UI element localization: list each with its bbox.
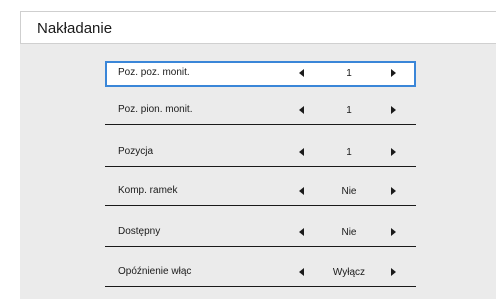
- row-divider: [105, 205, 416, 206]
- setting-value: Wyłącz: [332, 267, 366, 278]
- setting-row-position[interactable]: Pozycja 1: [105, 140, 416, 166]
- setting-value: 1: [346, 105, 352, 116]
- triangle-left-icon[interactable]: [299, 187, 304, 195]
- row-divider: [105, 124, 416, 125]
- setting-label: Poz. poz. monit.: [118, 67, 190, 78]
- triangle-left-icon[interactable]: [299, 69, 304, 77]
- setting-row-enable[interactable]: Dostępny Nie: [105, 220, 416, 246]
- setting-row-switch-on-delay[interactable]: Opóźnienie włąc Wyłącz: [105, 260, 416, 286]
- triangle-right-icon[interactable]: [391, 187, 396, 195]
- osd-menu-panel: Nakładanie Poz. poz. monit. 1 Poz. pion.…: [20, 11, 496, 299]
- triangle-right-icon[interactable]: [391, 106, 396, 114]
- setting-label: Dostępny: [118, 226, 161, 237]
- setting-label: Poz. pion. monit.: [118, 104, 193, 115]
- setting-value: Nie: [341, 186, 357, 197]
- triangle-left-icon[interactable]: [299, 148, 304, 156]
- setting-value: 1: [346, 68, 352, 79]
- triangle-left-icon[interactable]: [299, 228, 304, 236]
- menu-title: Nakładanie: [37, 20, 113, 37]
- setting-row-h-position[interactable]: Poz. poz. monit. 1: [105, 61, 416, 87]
- setting-label: Pozycja: [118, 146, 154, 157]
- triangle-right-icon[interactable]: [391, 148, 396, 156]
- setting-label: Opóźnienie włąc: [118, 266, 192, 277]
- title-divider: [20, 43, 496, 44]
- triangle-right-icon[interactable]: [391, 268, 396, 276]
- row-divider: [105, 286, 416, 287]
- title-bar: Nakładanie: [20, 11, 496, 43]
- setting-label: Komp. ramek: [118, 185, 178, 196]
- row-divider: [105, 246, 416, 247]
- setting-row-v-position[interactable]: Poz. pion. monit. 1: [105, 98, 416, 124]
- triangle-left-icon[interactable]: [299, 106, 304, 114]
- setting-row-frame-comp[interactable]: Komp. ramek Nie: [105, 179, 416, 205]
- setting-value: Nie: [341, 227, 357, 238]
- row-divider: [105, 166, 416, 167]
- setting-value: 1: [346, 147, 352, 158]
- triangle-right-icon[interactable]: [391, 69, 396, 77]
- triangle-right-icon[interactable]: [391, 228, 396, 236]
- triangle-left-icon[interactable]: [299, 268, 304, 276]
